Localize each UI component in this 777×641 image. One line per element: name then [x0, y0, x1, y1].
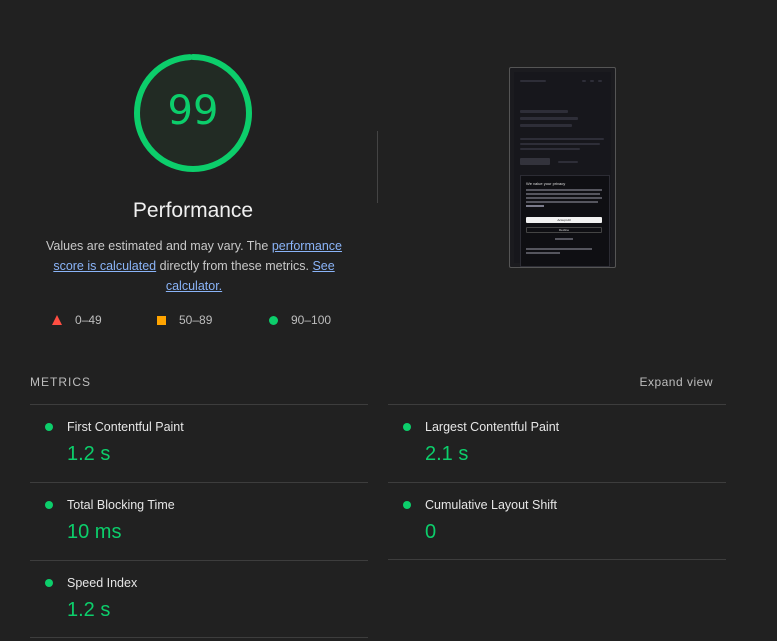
thumb-cookie-title: We value your privacy [526, 181, 566, 186]
metric-value: 1.2 s [67, 443, 111, 465]
thumb-nav-bar [598, 80, 602, 82]
thumb-card-line [526, 248, 592, 250]
thumb-cta-bar [520, 158, 550, 165]
metric-divider [30, 637, 368, 638]
metric-name: Largest Contentful Paint [425, 420, 560, 434]
thumb-decline-button: Decline [526, 227, 602, 233]
thumb-cookie-card: We value your privacy Accept All Decline [520, 175, 610, 267]
thumb-decline-label: Decline [558, 228, 569, 232]
thumb-text-bar [520, 148, 580, 150]
legend-item-average: 50–89 [157, 313, 212, 327]
pass-circle-icon [45, 423, 53, 431]
metric-largest-contentful-paint[interactable]: Largest Contentful Paint 2.1 s [388, 404, 726, 483]
performance-report: 99 Performance Values are estimated and … [0, 0, 777, 641]
description-text-1: Values are estimated and may vary. The [46, 239, 272, 253]
thumb-accept-label: Accept All [557, 218, 571, 222]
final-screenshot-thumbnail[interactable]: We value your privacy Accept All Decline [509, 67, 616, 268]
pass-circle-icon [45, 501, 53, 509]
thumbnail-page: We value your privacy Accept All Decline [514, 72, 611, 267]
triangle-fail-icon [52, 315, 62, 325]
thumb-card-line [526, 205, 544, 207]
thumb-card-line [526, 193, 600, 195]
expand-view-toggle[interactable]: Expand view [639, 375, 713, 389]
thumb-accept-button: Accept All [526, 217, 602, 223]
metric-speed-index[interactable]: Speed Index 1.2 s [30, 560, 368, 639]
pass-circle-icon [45, 579, 53, 587]
thumb-text-bar [520, 138, 604, 140]
legend-label: 0–49 [75, 313, 102, 327]
circle-pass-icon [269, 315, 278, 325]
metric-value: 1.2 s [67, 599, 111, 621]
performance-gauge[interactable]: 99 [133, 53, 253, 173]
pass-circle-icon [403, 501, 411, 509]
score-legend: 0–49 50–89 90–100 [52, 313, 352, 331]
thumb-link-bar [558, 161, 578, 163]
metric-name: Cumulative Layout Shift [425, 498, 558, 512]
vertical-divider [377, 131, 378, 203]
metric-value: 0 [425, 521, 437, 543]
thumb-heading-bar [520, 110, 568, 113]
thumb-heading-bar [520, 124, 572, 127]
gauge-title: Performance [132, 199, 254, 222]
metric-cumulative-layout-shift[interactable]: Cumulative Layout Shift 0 [388, 482, 726, 561]
thumb-card-line [555, 238, 573, 240]
thumb-nav-bar [590, 80, 594, 82]
metric-name: Speed Index [67, 576, 138, 590]
metric-name: First Contentful Paint [67, 420, 184, 434]
description-text-2: directly from these metrics. [156, 259, 313, 273]
square-average-icon [157, 315, 166, 325]
metric-total-blocking-time[interactable]: Total Blocking Time 10 ms [30, 482, 368, 561]
thumb-card-line [526, 252, 560, 254]
metric-value: 10 ms [67, 521, 122, 543]
legend-item-pass: 90–100 [269, 313, 331, 327]
gauge-score: 99 [167, 88, 219, 134]
thumb-card-line [526, 189, 602, 191]
thumb-card-line [526, 201, 598, 203]
pass-circle-icon [403, 423, 411, 431]
metric-first-contentful-paint[interactable]: First Contentful Paint 1.2 s [30, 404, 368, 483]
legend-label: 90–100 [291, 313, 332, 327]
thumb-heading-bar [520, 117, 578, 120]
metric-divider [388, 559, 726, 560]
metrics-header: METRICS [30, 375, 91, 389]
metric-value: 2.1 s [425, 443, 469, 465]
legend-item-fail: 0–49 [52, 313, 102, 327]
thumb-logo-bar [520, 80, 546, 82]
thumb-card-line [526, 197, 602, 199]
thumb-nav-bar [582, 80, 586, 82]
score-description: Values are estimated and may vary. The p… [38, 236, 350, 296]
thumb-text-bar [520, 143, 600, 145]
metric-name: Total Blocking Time [67, 498, 175, 512]
legend-label: 50–89 [179, 313, 213, 327]
